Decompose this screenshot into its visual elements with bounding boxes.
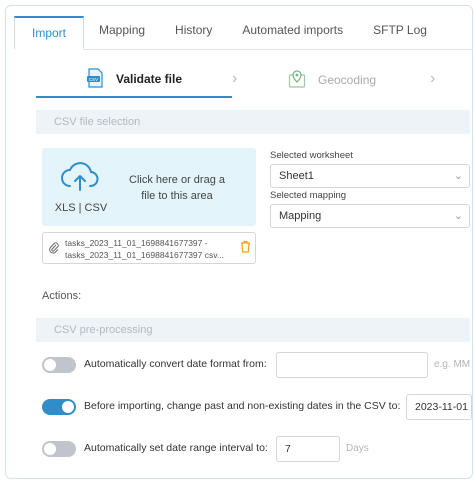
option-label: Automatically convert date format from: <box>84 358 267 370</box>
cloud-upload-icon <box>60 160 100 197</box>
section-csv-preprocessing: CSV pre-processing <box>36 318 470 342</box>
csv-file-icon: CSV <box>86 67 104 91</box>
import-panel: Import Mapping History Automated imports… <box>5 5 473 479</box>
date-format-input[interactable] <box>276 352 428 378</box>
step-geocoding[interactable]: Geocoding <box>288 62 418 98</box>
mapping-label: Selected mapping <box>270 190 347 201</box>
step-label: Validate file <box>115 72 183 86</box>
option-date-range-interval: Automatically set date range interval to… <box>42 436 472 462</box>
step-validate-file[interactable]: CSV Validate file <box>36 62 232 98</box>
tab-import[interactable]: Import <box>14 16 85 50</box>
chevron-right-icon: › <box>430 70 436 87</box>
section-csv-file-selection: CSV file selection <box>36 110 470 134</box>
dropzone-text: Click here or drag a file to this area <box>129 174 225 202</box>
tab-bar: Import Mapping History Automated imports… <box>14 14 472 50</box>
chevron-right-icon: › <box>232 70 238 87</box>
trash-icon[interactable] <box>240 240 251 256</box>
file-name-line1: tasks_2023_11_01_1698841677397 - <box>65 238 208 248</box>
option-convert-date-format: Automatically convert date format from: … <box>42 352 472 378</box>
chevron-down-icon: ⌄ <box>453 210 463 222</box>
mapping-select[interactable]: Mapping ⌄ <box>270 204 470 228</box>
paperclip-icon <box>49 242 59 257</box>
actions-label: Actions: <box>42 290 82 302</box>
chevron-down-icon: ⌄ <box>453 170 463 182</box>
file-dropzone[interactable]: XLS | CSV Click here or drag a file to t… <box>42 148 256 226</box>
interval-input[interactable]: 7 <box>276 436 340 462</box>
selected-file: tasks_2023_11_01_1698841677397 - tasks_2… <box>42 232 256 264</box>
step-label: Geocoding <box>318 73 377 87</box>
worksheet-select[interactable]: Sheet1 ⌄ <box>270 164 470 188</box>
map-pin-icon <box>288 69 306 92</box>
dropzone-format: XLS | CSV <box>54 202 108 214</box>
tab-sftp-log[interactable]: SFTP Log <box>358 15 442 49</box>
toggle-change-past-dates[interactable] <box>42 399 76 415</box>
mapping-value: Mapping <box>279 210 322 222</box>
toggle-date-range-interval[interactable] <box>42 441 76 457</box>
file-name-line2: tasks_2023_11_01_1698841677397 csv... <box>65 250 224 260</box>
worksheet-label: Selected worksheet <box>270 150 353 161</box>
option-label: Before importing, change past and non-ex… <box>84 400 401 412</box>
date-format-hint: e.g. MM <box>434 359 471 370</box>
option-label: Automatically set date range interval to… <box>84 442 268 454</box>
worksheet-value: Sheet1 <box>279 170 314 182</box>
file-name: tasks_2023_11_01_1698841677397 - tasks_2… <box>65 237 237 261</box>
wizard-steps: CSV Validate file › Geocoding › <box>36 62 456 102</box>
svg-text:CSV: CSV <box>89 76 98 81</box>
option-change-past-dates: Before importing, change past and non-ex… <box>42 394 472 420</box>
replacement-date-input[interactable]: 2023-11-01 <box>406 394 472 420</box>
interval-unit: Days <box>346 443 369 454</box>
toggle-convert-date-format[interactable] <box>42 357 76 373</box>
tab-history[interactable]: History <box>160 15 227 49</box>
tab-automated-imports[interactable]: Automated imports <box>227 15 358 49</box>
tab-mapping[interactable]: Mapping <box>84 15 160 49</box>
